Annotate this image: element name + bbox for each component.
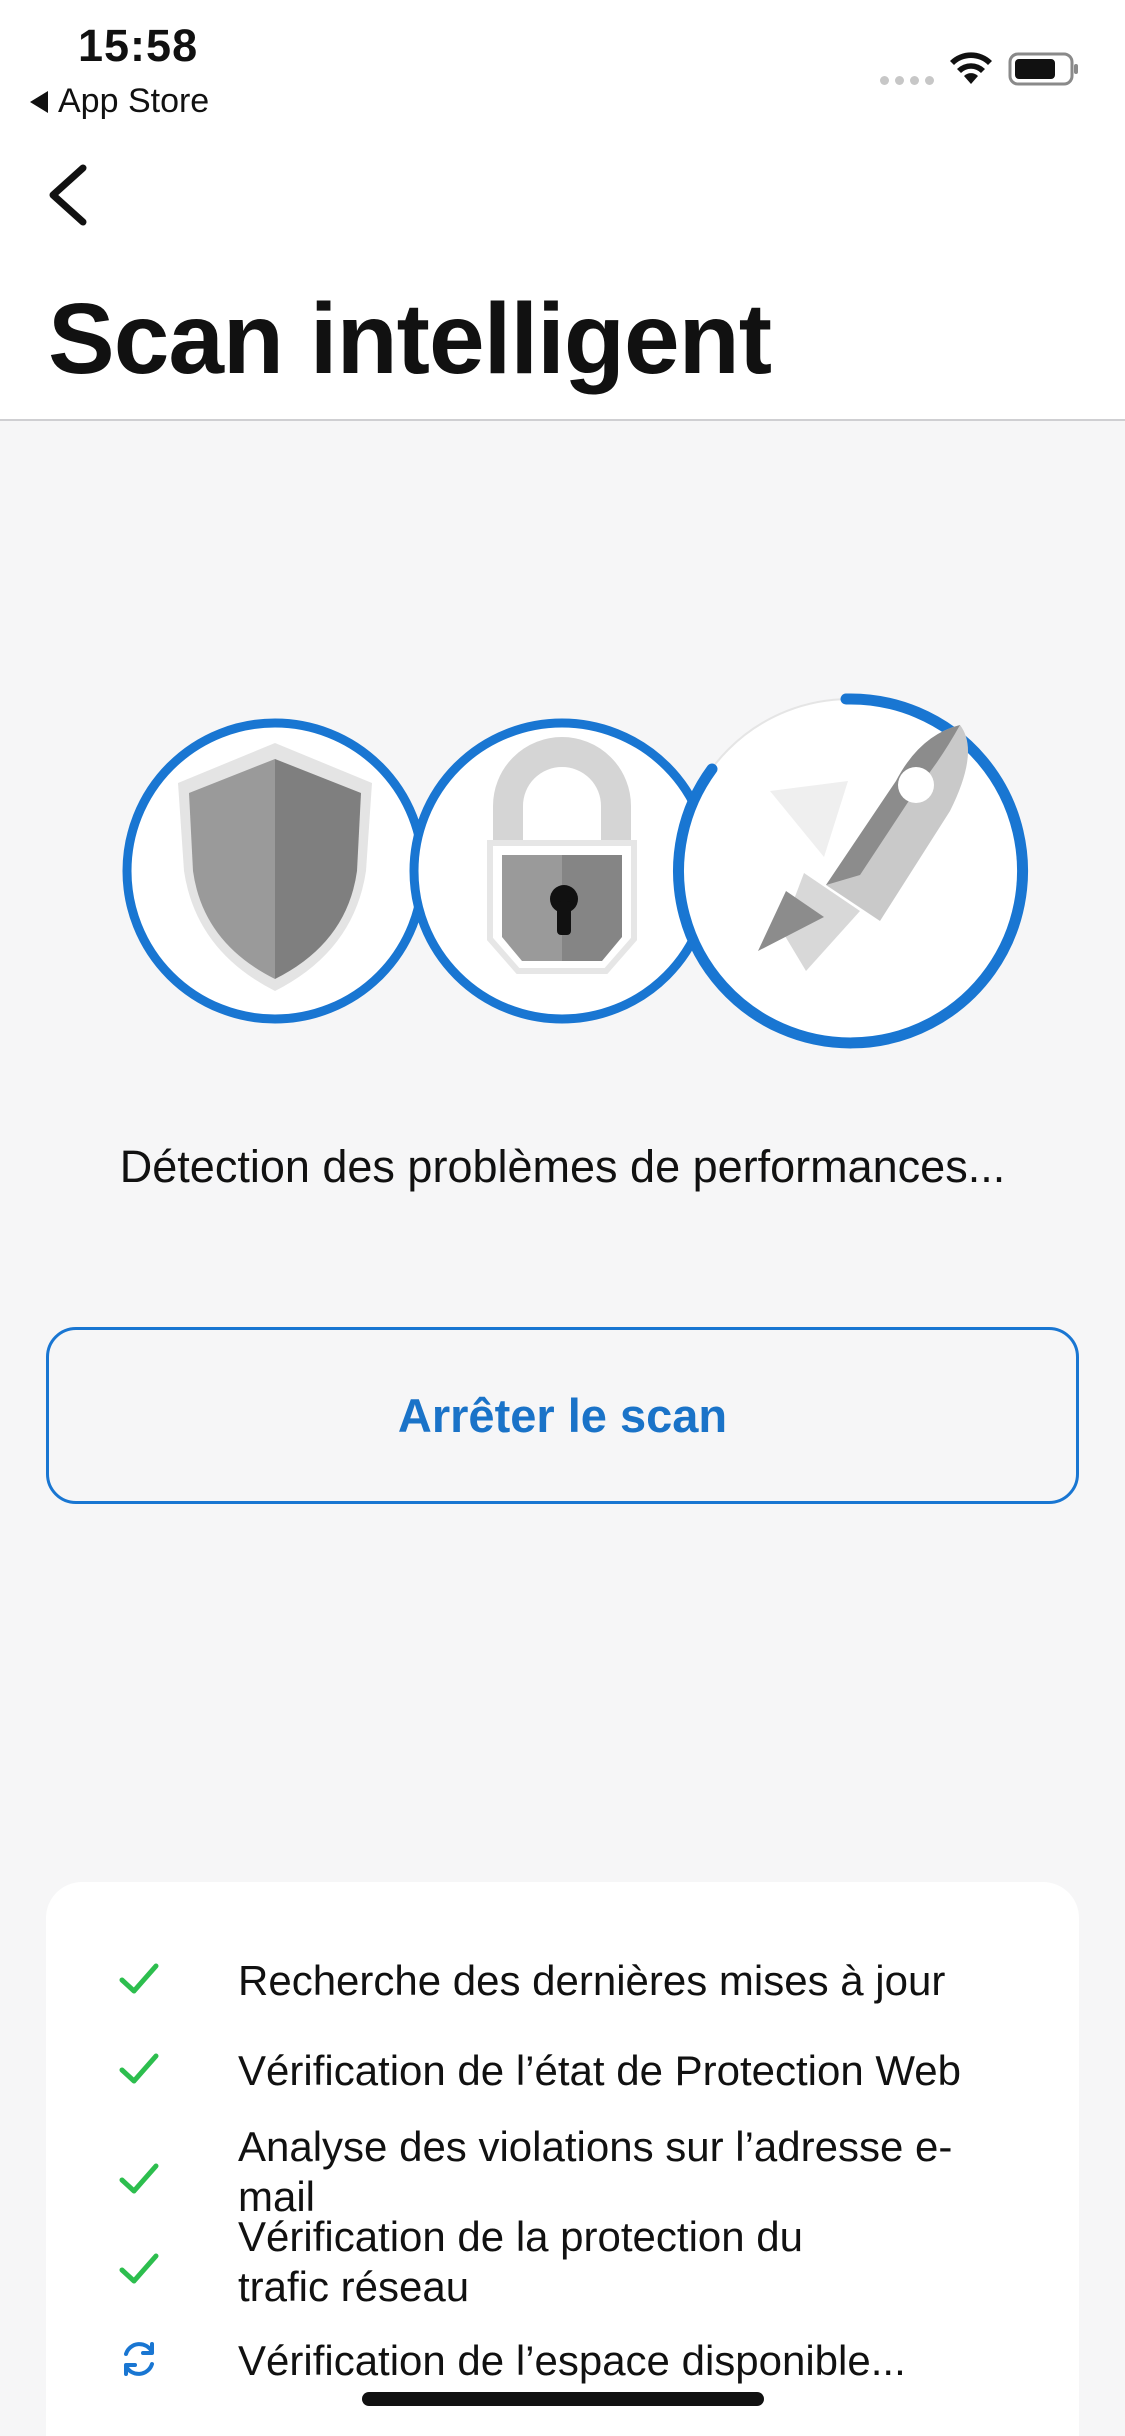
smart-scan-screen: 15:58 App Store Scan intelligent Détecti… xyxy=(0,0,1125,2436)
rocket-step xyxy=(673,693,1029,1049)
checklist-item-label: Vérification de l’état de Protection Web xyxy=(238,2047,961,2094)
page-title: Scan intelligent xyxy=(48,283,772,395)
battery-icon xyxy=(1008,52,1078,86)
return-app-label: App Store xyxy=(58,82,210,120)
status-time: 15:58 xyxy=(78,20,199,71)
return-to-app-store-link[interactable]: App Store xyxy=(30,82,209,121)
checklist-item-label: Recherche des dernières mises à jour xyxy=(238,1957,946,2004)
lock-step xyxy=(409,718,715,1024)
checklist-item-label: Vérification de la protection du trafic … xyxy=(238,2213,804,2310)
wifi-icon xyxy=(950,52,992,84)
checkmark-icon xyxy=(119,2253,159,2284)
chevron-left-icon xyxy=(49,164,87,226)
back-triangle-icon xyxy=(30,90,48,113)
scan-content: Détection des problèmes de performances.… xyxy=(0,421,1125,2436)
home-indicator xyxy=(362,2392,764,2406)
stop-scan-button[interactable]: Arrêter le scan xyxy=(46,1327,1079,1504)
checkmark-icon xyxy=(119,1963,159,1994)
checkmark-icon xyxy=(119,2053,159,2084)
scan-progress-graphic xyxy=(122,693,1029,1049)
scan-status-message: Détection des problèmes de performances.… xyxy=(119,1141,1006,1192)
shield-step xyxy=(122,718,428,1024)
checklist-item-label: Analyse des violations sur l’adresse e-m… xyxy=(238,2123,953,2220)
back-button[interactable] xyxy=(35,150,105,240)
refresh-icon xyxy=(124,2342,154,2376)
scan-checklist: Recherche des dernières mises à jour Vér… xyxy=(46,1882,1079,2436)
signal-dots-icon xyxy=(880,76,934,85)
checklist-item-label: Vérification de l’espace disponible... xyxy=(238,2337,906,2384)
checkmark-icon xyxy=(119,2163,159,2194)
status-bar: 15:58 App Store xyxy=(0,0,1125,130)
